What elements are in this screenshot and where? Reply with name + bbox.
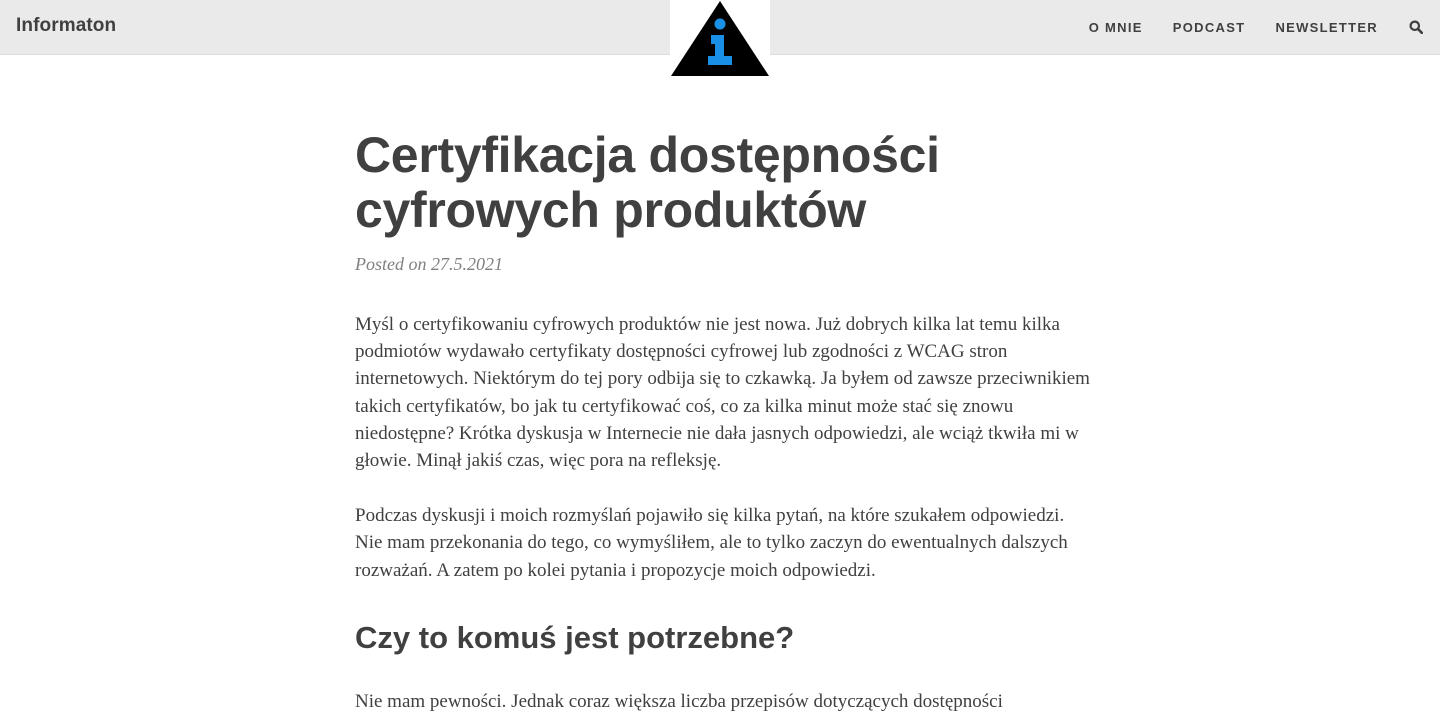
paragraph: Myśl o certyfikowaniu cyfrowych produktó… xyxy=(355,314,1090,472)
site-logo[interactable] xyxy=(670,0,770,78)
site-brand-link[interactable]: Informaton xyxy=(16,15,116,37)
nav-link-o-mnie[interactable]: O MNIE xyxy=(1089,20,1143,35)
nav-link-newsletter[interactable]: NEWSLETTER xyxy=(1275,20,1378,35)
paragraph: Nie mam pewności. Jednak coraz większa l… xyxy=(355,690,1003,712)
paragraph: Podczas dyskusji i moich rozmyślań pojaw… xyxy=(355,505,1068,581)
post-body: Myśl o certyfikowaniu cyfrowych produktó… xyxy=(355,311,1090,715)
nav-link-podcast[interactable]: PODCAST xyxy=(1173,20,1246,35)
nav-links: O MNIE PODCAST NEWSLETTER xyxy=(1059,0,1440,54)
info-triangle-logo-icon xyxy=(671,1,769,76)
search-icon[interactable] xyxy=(1408,19,1424,35)
page-title: Certyfikacja dostępności cyfrowych produ… xyxy=(355,127,940,238)
article: Certyfikacja dostępności cyfrowych produ… xyxy=(355,128,1090,715)
post-date: Posted on 27.5.2021 xyxy=(355,254,503,274)
section-heading: Czy to komuś jest potrzebne? xyxy=(355,619,795,655)
